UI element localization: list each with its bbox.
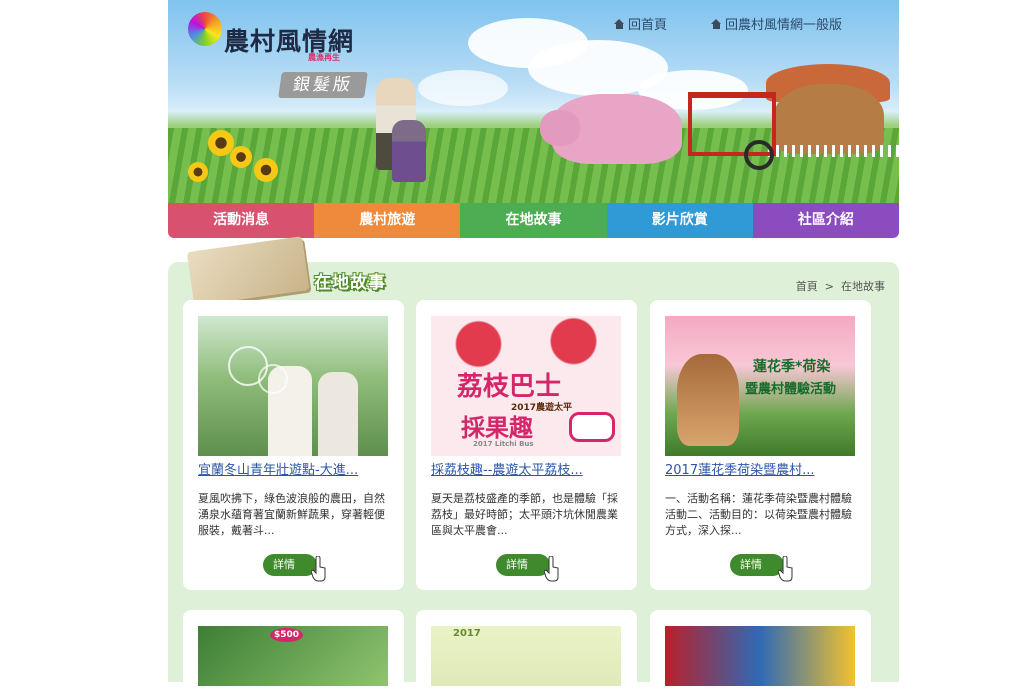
image-text: 2017 [453, 628, 481, 639]
section-title: 在地故事 [314, 273, 386, 293]
pointer-hand-icon [778, 556, 793, 582]
story-card [650, 610, 871, 690]
story-description: 夏天是荔枝盛產的季節，也是體驗「採荔枝」最好時節；太平頭汴坑休閒農業區與太平農會… [431, 492, 618, 537]
breadcrumb-separator: > [824, 280, 834, 293]
story-image[interactable]: 荔枝巴士 2017農遊太平 採果趣 2017 Litchi Bus [431, 316, 621, 456]
cart-wheel [744, 140, 774, 170]
story-image[interactable] [665, 626, 855, 686]
details-button[interactable]: 詳情 [496, 554, 559, 582]
details-button[interactable]: 詳情 [730, 554, 793, 582]
home-icon [614, 18, 625, 29]
nav-community[interactable]: 社區介紹 [752, 203, 899, 238]
farmer-figure [392, 120, 426, 182]
cloud [418, 70, 508, 106]
sunflower-icon [188, 162, 208, 182]
logo-icon[interactable] [188, 12, 222, 46]
story-card: 2017 [416, 610, 637, 690]
details-button[interactable]: 詳情 [263, 554, 326, 582]
story-image[interactable] [198, 316, 388, 456]
story-title-link[interactable]: 採荔枝趣--農遊太平荔枝... [431, 459, 621, 478]
image-text: $500 [270, 628, 304, 642]
breadcrumb-home[interactable]: 首頁 [796, 280, 818, 293]
main-nav: 活動消息 農村旅遊 在地故事 影片欣賞 社區介紹 [168, 203, 899, 238]
home-link-label: 回首頁 [628, 18, 668, 33]
general-version-link-label: 回農村風情網一般版 [725, 18, 843, 33]
image-text: 荔枝巴士 [457, 372, 562, 402]
fence [768, 145, 899, 157]
story-image[interactable]: 蓮花季*荷染 暨農村體驗活動 [665, 316, 855, 456]
buffalo-head [540, 110, 580, 146]
content-area: 在地故事 首頁 > 在地故事 宜蘭冬山青年壯遊點-大進... 夏風吹拂下，綠色波… [168, 236, 899, 690]
details-button-label: 詳情 [740, 558, 762, 571]
hut [774, 84, 884, 154]
page-wrapper: 農村風情網 農漁再生 銀髮版 回首頁 回農村風情網一般版 活動消息 農村旅遊 在… [168, 0, 899, 690]
nav-local-stories[interactable]: 在地故事 [460, 203, 607, 238]
details-button-label: 詳情 [506, 558, 528, 571]
logo-subtitle: 農漁再生 [308, 53, 340, 62]
sunflower-icon [254, 158, 278, 182]
story-title-link[interactable]: 宜蘭冬山青年壯遊點-大進... [198, 459, 388, 478]
image-text: 2017 Litchi Bus [473, 440, 534, 448]
image-text: 採果趣 [461, 414, 533, 442]
story-card: $500 [183, 610, 404, 690]
pointer-hand-icon [544, 556, 559, 582]
story-card: 宜蘭冬山青年壯遊點-大進... 夏風吹拂下，綠色波浪般的農田，自然湧泉水蘊育著宜… [183, 300, 404, 590]
home-icon [711, 18, 722, 29]
story-description: 一、活動名稱：蓮花季荷染暨農村體驗活動二、活動目的：以荷染暨農村體驗方式，深入探… [665, 492, 852, 537]
story-card: 荔枝巴士 2017農遊太平 採果趣 2017 Litchi Bus 採荔枝趣--… [416, 300, 637, 590]
nav-activity-news[interactable]: 活動消息 [168, 203, 315, 238]
story-image[interactable]: $500 [198, 626, 388, 686]
breadcrumb: 首頁 > 在地故事 [796, 278, 885, 294]
pointer-hand-icon [311, 556, 326, 582]
home-link[interactable]: 回首頁 [614, 14, 667, 33]
story-card: 蓮花季*荷染 暨農村體驗活動 2017蓮花季荷染暨農村... 一、活動名稱：蓮花… [650, 300, 871, 590]
breadcrumb-current: 在地故事 [841, 280, 885, 293]
section-books-icon [186, 236, 310, 306]
image-text: 蓮花季*荷染 [753, 359, 831, 375]
story-description: 夏風吹拂下，綠色波浪般的農田，自然湧泉水蘊育著宜蘭新鮮蔬果，穿著輕便服裝，戴著斗… [198, 492, 385, 537]
details-button-label: 詳情 [273, 558, 295, 571]
image-text: 暨農村體驗活動 [745, 382, 837, 397]
sunflower-icon [230, 146, 252, 168]
story-image[interactable]: 2017 [431, 626, 621, 686]
nav-videos[interactable]: 影片欣賞 [606, 203, 753, 238]
general-version-link[interactable]: 回農村風情網一般版 [711, 14, 842, 33]
edition-badge: 銀髮版 [278, 72, 368, 98]
story-title-link[interactable]: 2017蓮花季荷染暨農村... [665, 459, 855, 478]
header-banner: 農村風情網 農漁再生 銀髮版 回首頁 回農村風情網一般版 [168, 0, 899, 203]
nav-rural-travel[interactable]: 農村旅遊 [314, 203, 461, 238]
